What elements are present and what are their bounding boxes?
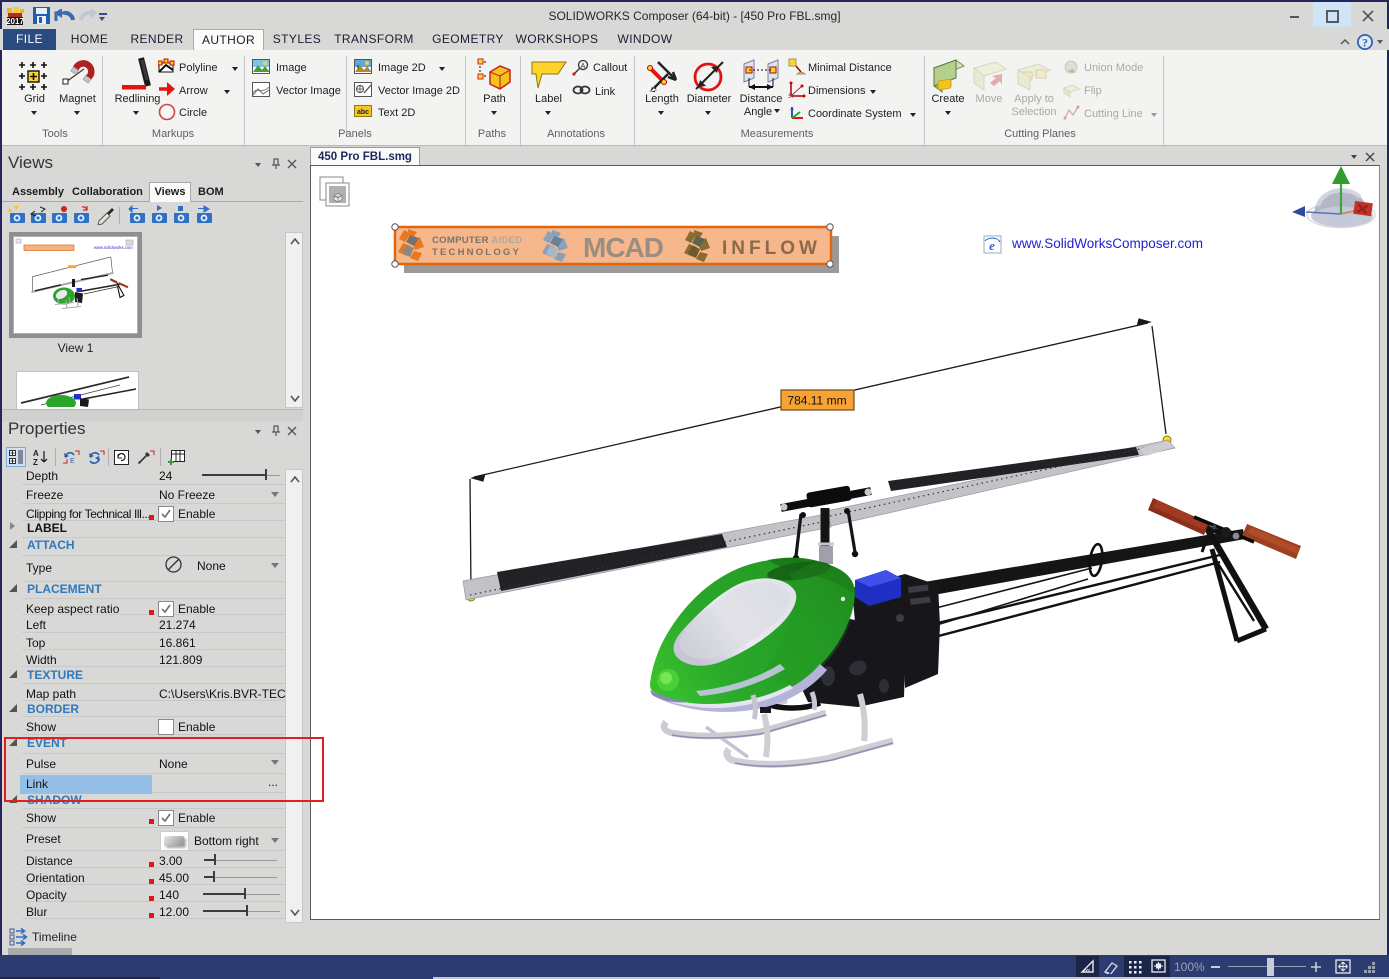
svg-text:www.solidworks.com: www.solidworks.com	[94, 245, 133, 250]
svg-text:TECHNOLOGY: TECHNOLOGY	[432, 247, 521, 258]
svg-text:INFLOW: INFLOW	[722, 238, 821, 259]
svg-text:www.SolidWorksComposer.com: www.SolidWorksComposer.com	[1011, 236, 1203, 251]
svg-text:COMPUTER AIDED: COMPUTER AIDED	[432, 235, 522, 246]
svg-text:abc: abc	[357, 109, 369, 116]
svg-text:e: e	[989, 238, 995, 253]
svg-text:Z: Z	[33, 458, 38, 465]
svg-text:A: A	[581, 63, 586, 70]
svg-text:?: ?	[1362, 36, 1368, 50]
svg-text:E: E	[70, 458, 75, 465]
svg-text:A: A	[33, 449, 39, 458]
svg-text:784.11 mm: 784.11 mm	[787, 394, 846, 408]
svg-text:MCAD: MCAD	[583, 232, 664, 263]
